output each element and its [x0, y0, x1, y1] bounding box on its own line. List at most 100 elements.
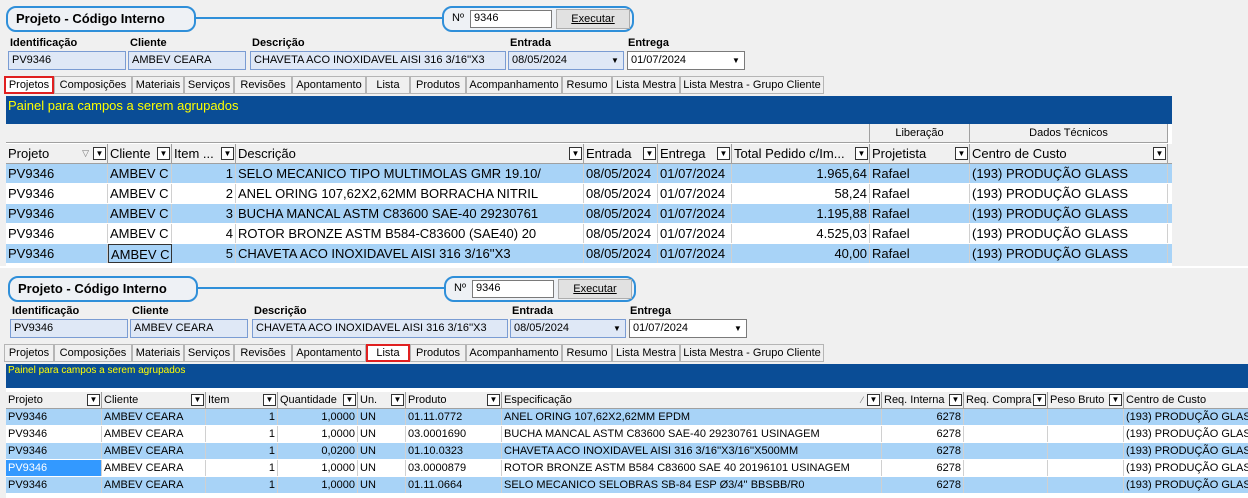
table-cell-descricao[interactable]: ANEL ORING 107,62X2,62MM BORRACHA NITRIL	[236, 184, 584, 203]
table-cell-item[interactable]: 2	[172, 184, 236, 203]
chevron-down-icon[interactable]: ▼	[191, 394, 204, 406]
table-cell-cliente[interactable]: AMBEV C	[108, 184, 172, 203]
table-cell-entrada[interactable]: 08/05/2024	[584, 244, 658, 263]
table-cell-centro-de-custo[interactable]: (193) PRODUÇÃO GLASS	[970, 244, 1168, 263]
table-row[interactable]: PV9346 AMBEV CEARA 1 1,0000 UN 03.0001690 BUCH…	[6, 426, 1248, 443]
chevron-down-icon[interactable]: ▼	[608, 53, 622, 68]
entrega-field[interactable]: 01/07/2024 ▼	[629, 319, 747, 338]
table-cell-item[interactable]: 1	[206, 426, 278, 442]
tab-apontamento[interactable]: Apontamento	[292, 344, 366, 362]
chevron-down-icon[interactable]: ▼	[221, 147, 234, 160]
table-cell-req-interna[interactable]: 6278	[882, 477, 964, 493]
table-cell-item[interactable]: 1	[206, 409, 278, 425]
tab-acompanhamento[interactable]: Acompanhamento	[466, 76, 562, 94]
chevron-down-icon[interactable]: ▼	[1033, 394, 1046, 406]
chevron-down-icon[interactable]: ▼	[1153, 147, 1166, 160]
table-cell-projeto[interactable]: PV9346	[6, 224, 108, 243]
table-cell-item[interactable]: 1	[206, 443, 278, 459]
column-header-req-compra[interactable]: Req. Compra ▼	[964, 392, 1048, 408]
table-cell-especificacao[interactable]: BUCHA MANCAL ASTM C83600 SAE-40 29230761…	[502, 426, 882, 442]
table-cell-req-compra[interactable]	[964, 460, 1048, 476]
filter-icon[interactable]: ▽	[82, 144, 89, 163]
table-cell-un[interactable]: UN	[358, 477, 406, 493]
table-cell-centro-de-custo[interactable]: (193) PRODUÇÃO GLASS	[1124, 477, 1248, 493]
table-cell-total-pedido-c-im[interactable]: 58,24	[732, 184, 870, 203]
tab-resumo[interactable]: Resumo	[562, 344, 612, 362]
table-cell-cliente[interactable]: AMBEV CEARA	[102, 477, 206, 493]
table-row[interactable]: PV9346 AMBEV C 1 SELO MECANICO TIPO MULTIMO…	[6, 164, 1172, 184]
table-cell-especificacao[interactable]: SELO MECANICO SELOBRAS SB-84 ESP Ø3/4'' …	[502, 477, 882, 493]
table-cell-peso-bruto[interactable]	[1048, 443, 1124, 459]
table-cell-projeto[interactable]: PV9346	[6, 164, 108, 183]
tab-projetos[interactable]: Projetos	[4, 344, 54, 362]
tab-servicos[interactable]: Serviços	[184, 76, 234, 94]
tab-lista-mestra[interactable]: Lista Mestra	[612, 344, 680, 362]
table-cell-item[interactable]: 4	[172, 224, 236, 243]
table-cell-centro-de-custo[interactable]: (193) PRODUÇÃO GLASS	[1124, 460, 1248, 476]
chevron-down-icon[interactable]: ▼	[343, 394, 356, 406]
table-cell-entrada[interactable]: 08/05/2024	[584, 164, 658, 183]
chevron-down-icon[interactable]: ▼	[569, 147, 582, 160]
table-cell-req-interna[interactable]: 6278	[882, 426, 964, 442]
tab-revisoes[interactable]: Revisões	[234, 344, 292, 362]
tab-materiais[interactable]: Materiais	[132, 76, 184, 94]
table-cell-un[interactable]: UN	[358, 409, 406, 425]
tab-resumo[interactable]: Resumo	[562, 76, 612, 94]
table-cell-cliente[interactable]: AMBEV CEARA	[102, 426, 206, 442]
table-cell-un[interactable]: UN	[358, 426, 406, 442]
column-header-req-interna[interactable]: Req. Interna ▼	[882, 392, 964, 408]
column-header-especificacao[interactable]: Especificação ⁄ ▼	[502, 392, 882, 408]
table-cell-centro-de-custo[interactable]: (193) PRODUÇÃO GLASS	[970, 224, 1168, 243]
table-cell-cliente[interactable]: AMBEV C	[108, 244, 172, 263]
table-cell-req-compra[interactable]	[964, 426, 1048, 442]
table-cell-entrada[interactable]: 08/05/2024	[584, 224, 658, 243]
table-cell-req-compra[interactable]	[964, 409, 1048, 425]
chevron-down-icon[interactable]: ▼	[855, 147, 868, 160]
tab-produtos[interactable]: Produtos	[410, 76, 466, 94]
column-header-cliente[interactable]: Cliente ▼	[102, 392, 206, 408]
table-row[interactable]: PV9346 AMBEV C 3 BUCHA MANCAL ASTM C83600 S…	[6, 204, 1172, 224]
table-row[interactable]: PV9346 AMBEV C 5 CHAVETA ACO INOXIDAVEL AIS…	[6, 244, 1172, 264]
table-cell-entrega[interactable]: 01/07/2024	[658, 184, 732, 203]
chevron-down-icon[interactable]: ▼	[1109, 394, 1122, 406]
table-cell-peso-bruto[interactable]	[1048, 409, 1124, 425]
table-cell-centro-de-custo[interactable]: (193) PRODUÇÃO GLASS	[1124, 443, 1248, 459]
table-cell-item[interactable]: 1	[206, 460, 278, 476]
tab-servicos[interactable]: Serviços	[184, 344, 234, 362]
table-cell-quantidade[interactable]: 1,0000	[278, 409, 358, 425]
number-input[interactable]: 9346	[470, 10, 552, 28]
table-cell-especificacao[interactable]: CHAVETA ACO INOXIDAVEL AISI 316 3/16''X3…	[502, 443, 882, 459]
table-cell-produto[interactable]: 01.11.0664	[406, 477, 502, 493]
column-header-entrada[interactable]: Entrada ▼	[584, 144, 658, 163]
chevron-down-icon[interactable]: ▼	[729, 53, 743, 68]
tab-lista-mestra-grupo-cliente[interactable]: Lista Mestra - Grupo Cliente	[680, 76, 824, 94]
table-cell-cliente[interactable]: AMBEV C	[108, 164, 172, 183]
column-header-item[interactable]: Item ... ▼	[172, 144, 236, 163]
tab-composicoes[interactable]: Composições	[54, 76, 132, 94]
execute-button[interactable]: Executar	[556, 9, 630, 29]
table-cell-entrada[interactable]: 08/05/2024	[584, 204, 658, 223]
table-cell-item[interactable]: 5	[172, 244, 236, 263]
table-row[interactable]: PV9346 AMBEV CEARA 1 1,0000 UN 03.0000879 ROTO…	[6, 460, 1248, 477]
tab-lista-mestra-grupo-cliente[interactable]: Lista Mestra - Grupo Cliente	[680, 344, 824, 362]
column-header-produto[interactable]: Produto ▼	[406, 392, 502, 408]
table-row[interactable]: PV9346 AMBEV CEARA 1 1,0000 UN 01.11.0664 SELO…	[6, 477, 1248, 494]
table-cell-especificacao[interactable]: ROTOR BRONZE ASTM B584 C83600 SAE 40 201…	[502, 460, 882, 476]
execute-button[interactable]: Executar	[558, 279, 632, 299]
table-cell-projetista[interactable]: Rafael	[870, 204, 970, 223]
chevron-down-icon[interactable]: ▼	[391, 394, 404, 406]
table-cell-centro-de-custo[interactable]: (193) PRODUÇÃO GLASS	[970, 204, 1168, 223]
tab-composicoes[interactable]: Composições	[54, 344, 132, 362]
table-cell-peso-bruto[interactable]	[1048, 426, 1124, 442]
table-cell-projeto[interactable]: PV9346	[6, 443, 102, 459]
table-cell-centro-de-custo[interactable]: (193) PRODUÇÃO GLASS	[1124, 409, 1248, 425]
table-cell-produto[interactable]: 03.0000879	[406, 460, 502, 476]
table-cell-projetista[interactable]: Rafael	[870, 244, 970, 263]
table-row[interactable]: PV9346 AMBEV C 4 ROTOR BRONZE ASTM B584-C83…	[6, 224, 1172, 244]
table-cell-quantidade[interactable]: 0,0200	[278, 443, 358, 459]
table-cell-total-pedido-c-im[interactable]: 40,00	[732, 244, 870, 263]
table-cell-projeto[interactable]: PV9346	[6, 426, 102, 442]
table-cell-projetista[interactable]: Rafael	[870, 164, 970, 183]
chevron-down-icon[interactable]: ▼	[263, 394, 276, 406]
tab-materiais[interactable]: Materiais	[132, 344, 184, 362]
